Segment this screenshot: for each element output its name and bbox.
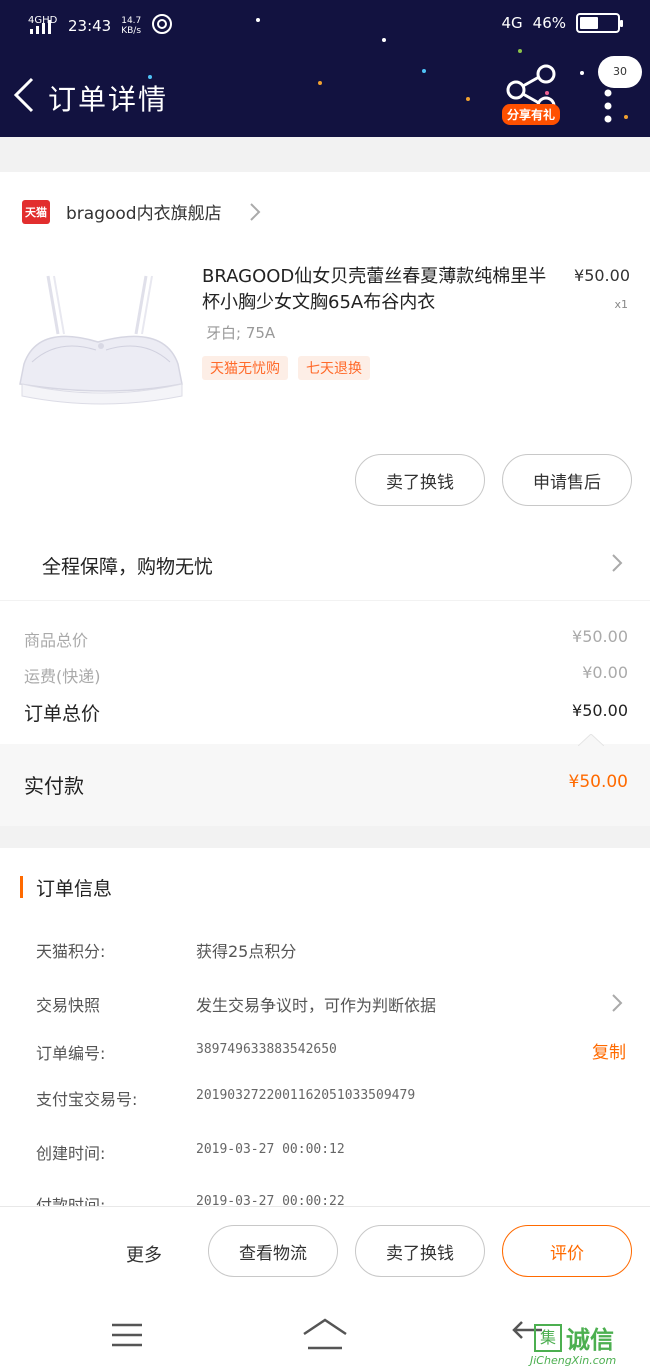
after-sale-button[interactable]: 申请售后 (502, 454, 632, 506)
info-key: 交易快照 (36, 996, 101, 1015)
info-value: 获得25点积分 (196, 942, 297, 961)
info-key: 创建时间: (36, 1144, 106, 1163)
info-value: 发生交易争议时，可作为判断依据 (196, 996, 437, 1015)
chevron-right-icon[interactable] (610, 992, 624, 1014)
battery-icon (576, 13, 623, 33)
net-speed-value: 14.7 (121, 16, 142, 26)
copy-button[interactable]: 复制 (592, 1038, 626, 1063)
watermark-url: JiChengXin.com (530, 1354, 617, 1367)
tag-worry-free: 天猫无忧购 (202, 356, 288, 380)
section-accent-bar (20, 876, 23, 898)
goods-total-value: ¥50.00 (572, 627, 628, 646)
header: 4GHD 23:43 14.7 KB/s 4G 46% 订单详情 分享有礼 30 (0, 0, 650, 137)
signal-icon: 4GHD (28, 13, 58, 39)
decor-star (518, 49, 522, 53)
review-button[interactable]: 评价 (502, 1225, 632, 1277)
net-speed-unit: KB/s (121, 26, 142, 36)
product-sku: 牙白; 75A (206, 324, 276, 342)
sell-button-bottom[interactable]: 卖了换钱 (355, 1225, 485, 1277)
page-title: 订单详情 (48, 83, 169, 116)
chevron-right-icon[interactable] (610, 552, 624, 574)
decor-star (422, 69, 426, 73)
more-dots-icon[interactable] (602, 88, 614, 124)
watermark-box: 集 (534, 1323, 562, 1352)
paid-row: 实付款 ¥50.00 (0, 734, 650, 826)
order-info: 订单信息 天猫积分: 获得25点积分 交易快照 发生交易争议时，可作为判断依据 … (0, 848, 650, 1208)
info-key: 天猫积分: (36, 942, 106, 961)
info-value: 2019032722001162051033509479 (196, 1088, 416, 1103)
shipping-label: 运费(快递) (24, 667, 101, 686)
product-title[interactable]: BRAGOOD仙女贝壳蕾丝春夏薄款纯棉里半杯小胸少女文胸65A布谷内衣 (202, 264, 558, 316)
goods-total-label: 商品总价 (24, 631, 89, 650)
product-price: ¥50.00 (574, 266, 630, 285)
share-gift-label[interactable]: 分享有礼 (502, 104, 561, 125)
paid-value: ¥50.00 (568, 772, 628, 792)
shop-card: 天猫 bragood内衣旗舰店 BRAGOOD仙女贝壳蕾丝春夏薄款纯棉里半杯小胸… (0, 172, 650, 600)
order-total-label: 订单总价 (24, 703, 101, 725)
tmall-badge: 天猫 (22, 199, 50, 224)
decor-star (466, 97, 470, 101)
clock: 23:43 (68, 17, 112, 35)
decor-star (624, 115, 628, 119)
more-button[interactable]: 更多 (126, 1241, 162, 1267)
info-key: 订单编号: (36, 1044, 106, 1063)
network-right: 4G (501, 14, 523, 32)
tag-seven-day-return: 七天退换 (298, 356, 370, 380)
home-icon[interactable] (302, 1316, 348, 1352)
info-key: 支付宝交易号: (36, 1090, 138, 1109)
product-image[interactable] (18, 272, 184, 414)
decor-star (580, 71, 584, 75)
order-info-title: 订单信息 (36, 878, 113, 900)
message-bubble[interactable]: 30 (598, 56, 642, 88)
bottom-action-bar: 更多 查看物流 卖了换钱 评价 (0, 1206, 650, 1296)
price-summary: 商品总价 ¥50.00 运费(快递) ¥0.00 订单总价 ¥50.00 实付款… (0, 601, 650, 826)
decor-star (318, 81, 322, 85)
paid-label: 实付款 (24, 774, 84, 798)
sell-button[interactable]: 卖了换钱 (355, 454, 485, 506)
product-quantity: x1 (614, 298, 628, 311)
watermark-logo: 集 诚信 (534, 1320, 614, 1355)
info-value: 389749633883542650 (196, 1042, 337, 1057)
order-total-value: ¥50.00 (572, 701, 628, 720)
menu-icon[interactable] (110, 1322, 144, 1348)
net-speed: 14.7 KB/s (121, 16, 141, 36)
service-tags: 天猫无忧购 七天退换 (202, 356, 370, 380)
watermark-text: 诚信 (566, 1326, 614, 1354)
back-arrow-icon[interactable] (10, 75, 38, 115)
info-value: 2019-03-27 00:00:12 (196, 1142, 345, 1157)
shop-header[interactable]: 天猫 bragood内衣旗舰店 (22, 199, 222, 224)
guarantee-text[interactable]: 全程保障，购物无忧 (42, 552, 213, 579)
view-logistics-button[interactable]: 查看物流 (208, 1225, 338, 1277)
system-nav-bar: 集 诚信 JiChengXin.com (0, 1296, 650, 1372)
caret-up-icon (578, 734, 604, 746)
status-bar: 4GHD 23:43 14.7 KB/s 4G 46% (0, 10, 650, 40)
battery-percent: 46% (532, 14, 566, 32)
shop-name: bragood内衣旗舰店 (66, 204, 222, 224)
chevron-right-icon[interactable] (248, 201, 262, 223)
shipping-value: ¥0.00 (582, 663, 628, 682)
netease-icon (151, 13, 173, 39)
